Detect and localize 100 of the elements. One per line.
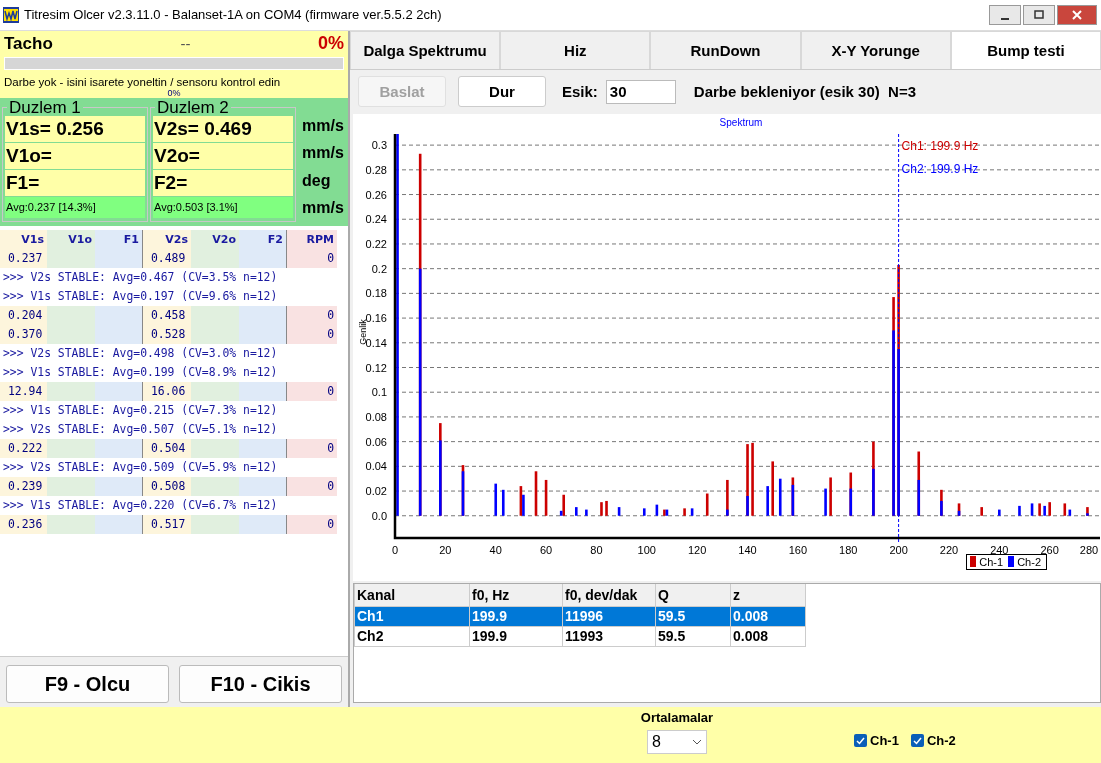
chart-title: Spektrum	[719, 116, 763, 128]
plane-title: Duzlem 2	[156, 99, 230, 116]
x-tick-label: 120	[688, 543, 707, 556]
unit-label: mm/s	[302, 199, 344, 218]
table-cell: Ch2	[354, 626, 470, 647]
table-cell: 0.458	[143, 305, 191, 325]
y-tick-label: 0.1	[371, 386, 387, 399]
column-header: F1	[95, 229, 143, 249]
table-cell: 0.222	[0, 438, 47, 458]
threshold-label: Esik:	[562, 83, 598, 101]
log-message: >>> V1s STABLE: Avg=0.215 (CV=7.3% n=12)	[2, 401, 279, 419]
x-tick-label: 0	[391, 543, 399, 556]
table-cell: 0.204	[0, 305, 47, 325]
table-cell: 0	[287, 438, 337, 458]
log-message: >>> V1s STABLE: Avg=0.199 (CV=8.9% n=12)	[2, 363, 279, 381]
table-cell: 0	[287, 305, 337, 325]
x-tick-label: 60	[539, 543, 553, 556]
table-cell: 199.9	[469, 626, 563, 647]
y-tick-label: 0.26	[365, 188, 387, 201]
table-cell: 0.504	[143, 438, 191, 458]
column-header: V2o	[191, 229, 239, 249]
table-cell: 0	[287, 381, 337, 401]
averaging-label: Ortalamalar	[640, 710, 714, 726]
table-cell: 12.94	[0, 381, 47, 401]
y-tick-label: 0.04	[365, 460, 387, 473]
x-tick-label: 40	[489, 543, 502, 556]
x-tick-label: 240	[990, 543, 1009, 556]
x-tick-label: 100	[637, 543, 656, 556]
legend-label: Ch-2	[1017, 555, 1041, 568]
cursor-readout: Ch2: 199.9 Hz	[901, 161, 979, 176]
table-cell: 16.06	[143, 381, 191, 401]
column-header: z	[730, 583, 806, 607]
y-tick-label: 0.16	[365, 312, 387, 325]
legend-label: Ch-1	[979, 555, 1004, 568]
column-header: V1o	[47, 229, 95, 249]
x-tick-label: 180	[839, 543, 858, 556]
x-tick-label: 280	[1079, 543, 1099, 556]
window-title: Titresim Olcer v2.3.11.0 - Balanset-1A on COM4 (firmware ver.5.5.2 2ch)	[24, 7, 443, 23]
table-cell: Ch1	[354, 606, 470, 627]
value-field: F1=	[5, 169, 145, 196]
y-tick-label: 0.28	[365, 163, 387, 176]
tacho-value: --	[180, 35, 191, 53]
x-tick-label: 220	[939, 543, 959, 556]
x-tick-label: 200	[889, 543, 908, 556]
column-header: V1s	[0, 229, 47, 249]
column-header: V2s	[143, 229, 191, 249]
unit-label: mm/s	[302, 116, 344, 135]
table-cell: 0.239	[0, 476, 47, 496]
table-cell: 11993	[562, 626, 656, 647]
table-cell: 0.508	[143, 476, 191, 496]
x-tick-label: 20	[439, 543, 452, 556]
average-readout: Avg:0.237 [14.3%]	[5, 196, 145, 218]
x-tick-label: 160	[788, 543, 808, 556]
log-message: >>> V2s STABLE: Avg=0.498 (CV=3.0% n=12)	[2, 344, 279, 362]
cursor-readout: Ch1: 199.9 Hz	[901, 138, 979, 153]
progress-label: 0%	[167, 87, 182, 98]
y-tick-label: 0.22	[365, 237, 387, 250]
y-tick-label: 0.12	[365, 361, 387, 374]
y-tick-label: 0.2	[371, 262, 387, 275]
tacho-label: Tacho	[4, 33, 53, 54]
y-tick-label: 0.14	[365, 336, 387, 349]
table-cell: 0.517	[143, 514, 191, 534]
log-message: >>> V2s STABLE: Avg=0.507 (CV=5.1% n=12)	[2, 420, 279, 438]
average-readout: Avg:0.503 [3.1%]	[153, 196, 293, 218]
log-message: >>> V1s STABLE: Avg=0.197 (CV=9.6% n=12)	[2, 287, 279, 305]
plane-title: Duzlem 1	[8, 99, 82, 116]
y-tick-label: 0.06	[365, 435, 387, 448]
y-tick-label: 0.02	[365, 485, 387, 497]
value-field: F2=	[153, 169, 293, 196]
status-message: Darbe yok - isini isarete yoneltin / sensoru kontrol edin	[4, 75, 282, 88]
tacho-percent: 0%	[317, 33, 344, 55]
table-cell: 59.5	[655, 626, 731, 647]
status-text: Darbe bekleniyor (esik 30) N=3	[693, 83, 917, 101]
table-cell: 0.236	[0, 514, 47, 534]
value-field: V1o=	[5, 142, 145, 169]
log-message: >>> V2s STABLE: Avg=0.509 (CV=5.9% n=12)	[2, 458, 279, 476]
value-field: V2o=	[153, 142, 293, 169]
column-header: Q	[655, 583, 731, 607]
log-message: >>> V1s STABLE: Avg=0.220 (CV=6.7% n=12)	[2, 496, 279, 514]
table-cell: 0.008	[730, 626, 806, 647]
y-tick-label: 0.3	[371, 139, 387, 152]
y-tick-label: 0.08	[365, 410, 387, 423]
y-tick-label: 0.0	[371, 509, 387, 522]
column-header: f0, dev/dak	[562, 583, 656, 607]
unit-label: deg	[302, 171, 332, 190]
value-field: V1s= 0.256	[5, 115, 145, 142]
y-tick-label: 0.24	[365, 213, 387, 226]
x-tick-label: 140	[738, 543, 757, 556]
x-tick-label: 260	[1040, 543, 1059, 556]
x-tick-label: 80	[590, 543, 603, 556]
unit-label: mm/s	[302, 144, 344, 163]
column-header: Kanal	[354, 583, 470, 607]
column-header: F2	[239, 229, 287, 249]
column-header: f0, Hz	[469, 583, 563, 607]
value-field: V2s= 0.469	[153, 115, 293, 142]
table-cell: 0	[287, 514, 337, 534]
log-message: >>> V2s STABLE: Avg=0.467 (CV=3.5% n=12)	[2, 268, 279, 286]
y-tick-label: 0.18	[365, 287, 387, 300]
column-header: RPM	[287, 229, 337, 249]
table-cell: 0	[287, 476, 337, 496]
